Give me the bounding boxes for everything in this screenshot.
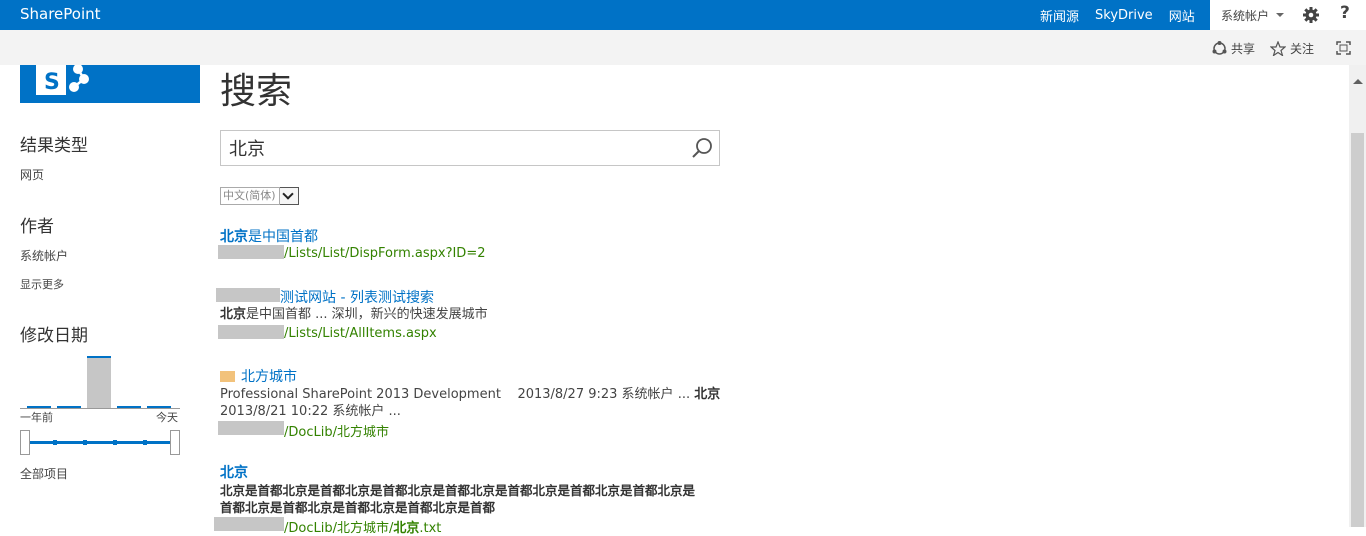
slider-tick [113,440,117,445]
scroll-up-arrow-icon[interactable] [1353,79,1363,84]
refiner-author-system-account[interactable]: 系统帐户 [20,247,68,264]
result-title-highlight: 北京 [220,229,248,245]
result-url-ext: .txt [419,521,442,536]
result-desc-highlight: 北京 [694,387,721,402]
result-title[interactable]: 北京是中国首都 [220,226,318,246]
follow-label: 关注 [1290,42,1315,56]
suite-bar: SharePoint 新闻源 SkyDrive 网站 系统帐户 ? [0,0,1366,30]
result-title[interactable]: 测试网站 - 列表测试搜索 [280,287,434,307]
result-title[interactable]: 北方城市 [220,366,297,386]
refiner-author-show-more[interactable]: 显示更多 [20,276,64,292]
result-desc-text: Professional SharePoint 2013 Development… [220,387,695,402]
page-title: 搜索 [220,71,293,112]
language-value: 中文(简体) [220,187,280,205]
refiner-result-type-title: 结果类型 [20,136,88,156]
slider-track [26,441,174,444]
result-description: 北京是中国首都 ... 深圳，新兴的快速发展城市 [220,306,488,323]
refiner-result-type-webpage[interactable]: 网页 [20,166,44,183]
result-desc-text: 是中国首都 ... 深圳，新兴的快速发展城市 [246,307,488,322]
folder-icon [220,371,235,382]
brand-link[interactable]: SharePoint [20,5,101,23]
svg-text:S: S [44,70,60,95]
result-desc-highlight: 北京 [220,307,247,322]
histogram-bar[interactable] [57,406,81,408]
share-icon [1212,41,1227,55]
vertical-scrollbar[interactable] [1349,65,1366,527]
range-end-label: 今天 [156,411,178,424]
result-title-text: 北方城市 [241,369,297,385]
redacted-url-part [218,421,284,435]
histogram-bar[interactable] [147,406,171,408]
site-logo[interactable]: S [20,65,200,103]
result-url: /Lists/List/AllItems.aspx [284,326,437,341]
result-description-line2: 首都北京是首都北京是首都北京是首都北京是首都 [220,500,496,515]
redacted-url-part [218,325,284,339]
ribbon: 共享 关注 [0,30,1366,65]
slider-tick [53,440,57,445]
nav-skydrive[interactable]: SkyDrive [1095,8,1153,23]
gear-icon[interactable] [1302,6,1320,24]
language-select[interactable]: 中文(简体) [220,187,299,205]
result-url-text: /DocLib/北方城市/ [284,521,394,536]
result-description-line2: 2013/8/21 10:22 系统帐户 ... [220,404,401,419]
nav-newsfeed[interactable]: 新闻源 [1040,6,1079,25]
focus-content-icon[interactable] [1336,41,1351,55]
result-title-text: 是中国首都 [248,229,318,245]
redacted-title-part [216,288,280,302]
search-input[interactable] [229,137,679,159]
slider-handle-end[interactable] [170,430,180,455]
histogram-bar[interactable] [117,406,141,408]
share-label: 共享 [1231,42,1256,56]
chevron-down-icon[interactable] [280,187,299,205]
scrollbar-thumb[interactable] [1351,133,1364,527]
account-area: 系统帐户 ? [1210,0,1366,30]
result-description: 北京是首都北京是首都北京是首都北京是首都北京是首都北京是首都北京是首都北京是 [220,483,696,498]
star-icon [1270,41,1286,56]
search-box [220,130,720,166]
slider-handle-start[interactable] [20,430,30,455]
share-button[interactable]: 共享 [1212,40,1255,57]
sharepoint-logo-icon: S [36,65,89,95]
top-nav: 新闻源 SkyDrive 网站 [1040,0,1211,30]
account-menu[interactable]: 系统帐户 [1221,7,1269,24]
slider-tick [143,440,147,445]
result-url-highlight: 北京 [393,521,420,536]
refiner-all-items[interactable]: 全部项目 [20,465,68,482]
follow-button[interactable]: 关注 [1270,40,1314,57]
range-start-label: 一年前 [20,411,53,424]
redacted-url-part [214,517,284,531]
histogram-bar[interactable] [87,356,111,408]
modified-date-histogram[interactable] [20,350,180,409]
result-url: /Lists/List/DispForm.aspx?ID=2 [284,246,486,261]
result-description: Professional SharePoint 2013 Development… [220,386,720,403]
date-range-slider[interactable] [20,430,180,456]
slider-tick [83,440,87,445]
refiner-modified-title: 修改日期 [20,326,88,346]
refiner-author-title: 作者 [20,217,54,237]
result-title[interactable]: 北京 [220,462,248,482]
histogram-bar[interactable] [27,406,51,408]
result-url: /DocLib/北方城市 [284,425,389,440]
redacted-url-part [218,245,284,259]
chevron-down-icon[interactable] [1276,13,1284,17]
search-icon[interactable] [691,137,713,159]
nav-sites[interactable]: 网站 [1169,6,1195,25]
help-icon[interactable]: ? [1340,3,1350,23]
